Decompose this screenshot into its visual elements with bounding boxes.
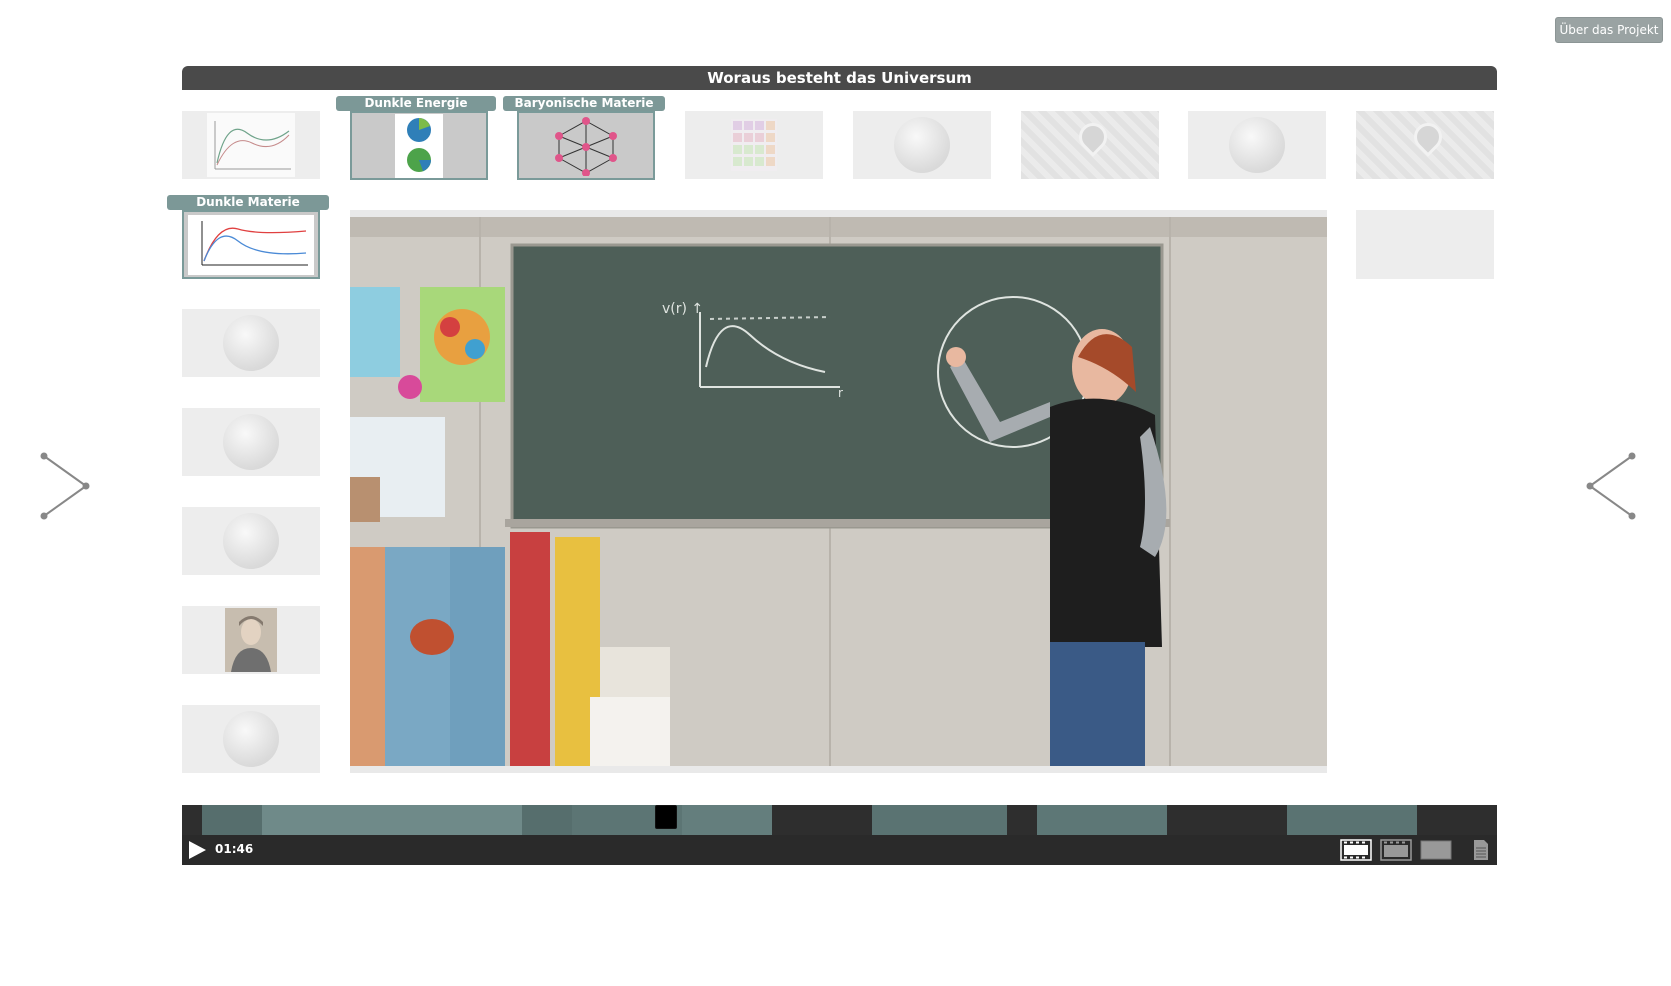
- wikipedia-globe-icon: [223, 414, 279, 470]
- current-time: 01:46: [215, 842, 254, 856]
- video-frame-image: v(r) ↑ r: [350, 217, 1327, 766]
- map-image: [1356, 111, 1494, 179]
- graph-image: [207, 113, 295, 177]
- map-pin-icon: [1408, 117, 1448, 157]
- thumbnail-wikipedia[interactable]: [182, 408, 320, 476]
- map-pin-icon: [1073, 117, 1113, 157]
- timeline-scrubber[interactable]: [182, 805, 1497, 835]
- filmstrip-view-icon[interactable]: [1340, 839, 1372, 865]
- play-icon[interactable]: [186, 839, 208, 865]
- thumbnail-wikipedia[interactable]: [182, 507, 320, 575]
- thumbnail-wikipedia[interactable]: [853, 111, 991, 179]
- svg-text:v(r) ↑: v(r) ↑: [662, 301, 703, 317]
- thumbnail-empty[interactable]: [1356, 210, 1494, 279]
- tab-dunkle-materie[interactable]: Dunkle Materie: [167, 195, 329, 210]
- thumbnail-dunkle-materie[interactable]: [182, 210, 320, 279]
- thumbnail-graph[interactable]: [182, 111, 320, 179]
- page-title: Woraus besteht das Universum: [182, 66, 1497, 90]
- map-image: [1021, 111, 1159, 179]
- wikipedia-globe-icon: [894, 117, 950, 173]
- chevron-right-arrow-icon[interactable]: [38, 450, 92, 522]
- pie-chart-image: [395, 113, 443, 178]
- wikipedia-globe-icon: [223, 711, 279, 767]
- table-image: [731, 119, 777, 171]
- rotation-curve-image: [188, 214, 314, 275]
- thumbnail-baryonische-materie[interactable]: [517, 111, 655, 180]
- thumbnail-dunkle-energie[interactable]: [350, 111, 488, 180]
- document-icon[interactable]: [1472, 839, 1490, 865]
- thumbnail-wikipedia[interactable]: [182, 309, 320, 377]
- player-controls: 01:46: [182, 835, 1497, 865]
- thumbnail-portrait[interactable]: [182, 606, 320, 674]
- thumbnail-wikipedia[interactable]: [182, 705, 320, 773]
- particle-diagram-image: [555, 116, 617, 176]
- thumbnail-map[interactable]: [1356, 111, 1494, 179]
- tab-baryonische-materie[interactable]: Baryonische Materie: [503, 96, 665, 111]
- playhead-handle[interactable]: [655, 805, 677, 829]
- single-view-icon[interactable]: [1420, 839, 1452, 865]
- tab-label: Dunkle Energie: [336, 96, 496, 111]
- about-project-button[interactable]: Über das Projekt: [1555, 17, 1663, 43]
- portrait-image: [225, 608, 277, 672]
- wikipedia-globe-icon: [223, 513, 279, 569]
- chevron-left-arrow-icon[interactable]: [1584, 450, 1638, 522]
- svg-text:r: r: [838, 386, 843, 400]
- thumbnail-particle-table[interactable]: [685, 111, 823, 179]
- film-view-icon[interactable]: [1380, 839, 1412, 865]
- thumbnail-map[interactable]: [1021, 111, 1159, 179]
- wikipedia-globe-icon: [223, 315, 279, 371]
- thumbnail-wikipedia[interactable]: [1188, 111, 1326, 179]
- wikipedia-globe-icon: [1229, 117, 1285, 173]
- video-player[interactable]: v(r) ↑ r: [350, 217, 1327, 766]
- tab-dunkle-energie[interactable]: Dunkle Energie: [336, 96, 496, 111]
- tab-label: Baryonische Materie: [503, 96, 665, 111]
- tab-label: Dunkle Materie: [167, 195, 329, 210]
